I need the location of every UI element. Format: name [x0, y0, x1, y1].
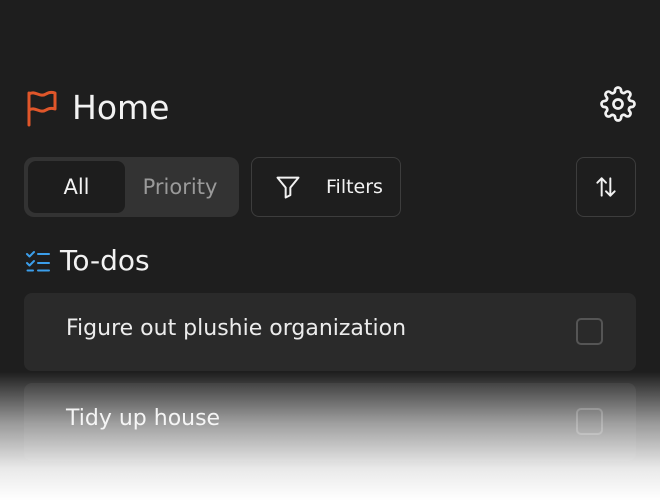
page-header: Home — [24, 88, 169, 128]
task-title: Figure out plushie organization — [66, 316, 407, 341]
task-checkbox[interactable] — [576, 318, 603, 345]
view-toggle: All Priority — [24, 157, 239, 217]
tab-priority[interactable]: Priority — [125, 161, 235, 213]
filters-button[interactable]: Filters — [251, 157, 401, 217]
task-checkbox[interactable] — [576, 408, 603, 435]
task-item[interactable]: Figure out plushie organization — [24, 293, 636, 371]
filters-label: Filters — [326, 176, 383, 198]
page-title: Home — [72, 88, 170, 127]
flag-icon — [27, 90, 57, 127]
filter-icon — [276, 176, 300, 199]
sort-arrows-icon — [596, 177, 616, 197]
todos-section-header: To-dos — [24, 244, 150, 277]
gear-icon[interactable] — [600, 86, 636, 122]
checklist-icon — [26, 250, 50, 271]
section-title: To-dos — [60, 244, 150, 277]
sort-button[interactable] — [576, 157, 636, 217]
task-item[interactable]: Tidy up house — [24, 383, 636, 461]
tab-all[interactable]: All — [28, 161, 125, 213]
task-title: Tidy up house — [66, 406, 221, 431]
